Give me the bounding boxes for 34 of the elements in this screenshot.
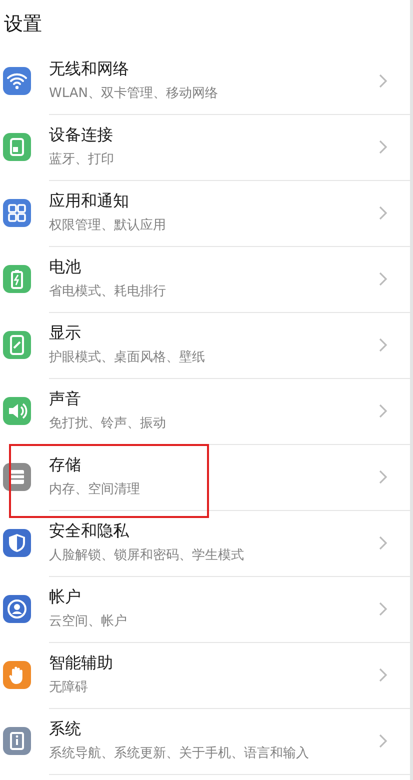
item-title: 安全和隐私 <box>49 521 130 542</box>
chevron-icon <box>378 666 388 682</box>
chevron-icon <box>378 732 388 748</box>
item-title: 应用和通知 <box>49 191 130 212</box>
page-title: 设置 <box>3 12 43 37</box>
item-title: 无线和网络 <box>49 59 130 80</box>
chevron-icon <box>378 534 388 550</box>
item-title: 智能辅助 <box>49 653 114 674</box>
chevron-icon <box>378 204 388 220</box>
item-subtitle: 无障碍 <box>49 679 89 696</box>
item-title: 存储 <box>49 455 82 476</box>
item-subtitle: WLAN、双卡管理、移动网络 <box>49 85 220 102</box>
item-subtitle: 护眼模式、桌面风格、壁纸 <box>49 349 206 366</box>
chevron-icon <box>378 72 388 88</box>
chevron-icon <box>378 270 388 286</box>
chevron-icon <box>378 600 388 616</box>
item-subtitle: 系统导航、系统更新、关于手机、语言和输入 <box>49 745 310 762</box>
chevron-icon <box>378 402 388 418</box>
item-title: 声音 <box>49 389 82 410</box>
item-subtitle: 云空间、帐户 <box>49 613 128 630</box>
item-title: 设备连接 <box>49 125 114 146</box>
item-subtitle: 蓝牙、打印 <box>49 151 115 168</box>
chevron-icon <box>378 138 388 154</box>
item-title: 电池 <box>49 257 82 278</box>
item-title: 帐户 <box>49 587 82 608</box>
item-title: 系统 <box>49 719 82 740</box>
item-subtitle: 人脸解锁、锁屏和密码、学生模式 <box>49 547 245 564</box>
item-subtitle: 省电模式、耗电排行 <box>49 283 167 300</box>
chevron-icon <box>378 468 388 484</box>
item-subtitle: 免打扰、铃声、振动 <box>49 415 167 432</box>
chevron-icon <box>378 336 388 352</box>
item-subtitle: 内存、空间清理 <box>49 481 141 498</box>
item-subtitle: 权限管理、默认应用 <box>49 217 167 234</box>
item-title: 显示 <box>49 323 82 344</box>
